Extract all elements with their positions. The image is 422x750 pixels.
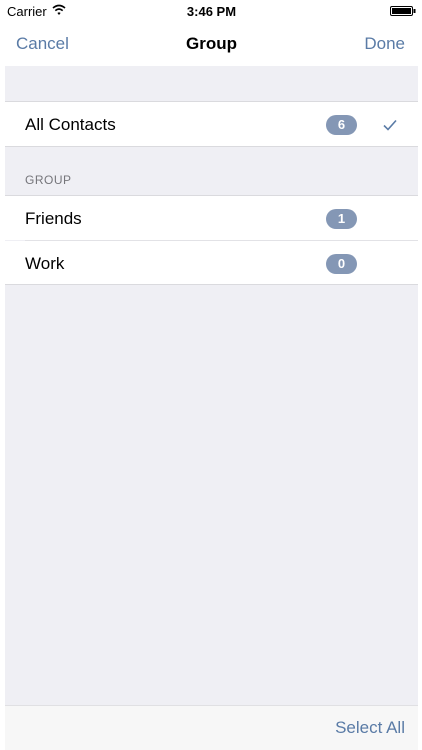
group-picker-screen: Carrier 3:46 PM Cancel Group Done All Co… xyxy=(5,0,418,750)
select-all-button[interactable]: Select All xyxy=(335,718,405,738)
count-badge: 0 xyxy=(326,254,357,274)
group-row-friends[interactable]: Friends 1 xyxy=(5,196,418,240)
all-contacts-label: All Contacts xyxy=(25,115,116,134)
divider xyxy=(5,284,418,285)
section-header-group: GROUP xyxy=(25,173,72,187)
all-contacts-row[interactable]: All Contacts 6 xyxy=(5,102,418,146)
status-time: 3:46 PM xyxy=(186,4,237,19)
group-label: Friends xyxy=(25,209,82,228)
count-badge: 1 xyxy=(326,209,357,229)
divider xyxy=(5,146,418,147)
count-badge: 6 xyxy=(326,115,357,135)
bottom-toolbar: Select All xyxy=(5,705,418,750)
battery-icon xyxy=(390,6,416,16)
navigation-bar: Cancel Group Done xyxy=(5,22,418,66)
done-button[interactable]: Done xyxy=(364,34,405,54)
group-row-work[interactable]: Work 0 xyxy=(5,241,418,284)
checkmark-icon xyxy=(383,119,397,131)
group-label: Work xyxy=(25,254,65,273)
status-bar: Carrier 3:46 PM xyxy=(5,0,418,22)
page-title: Group xyxy=(186,34,237,53)
